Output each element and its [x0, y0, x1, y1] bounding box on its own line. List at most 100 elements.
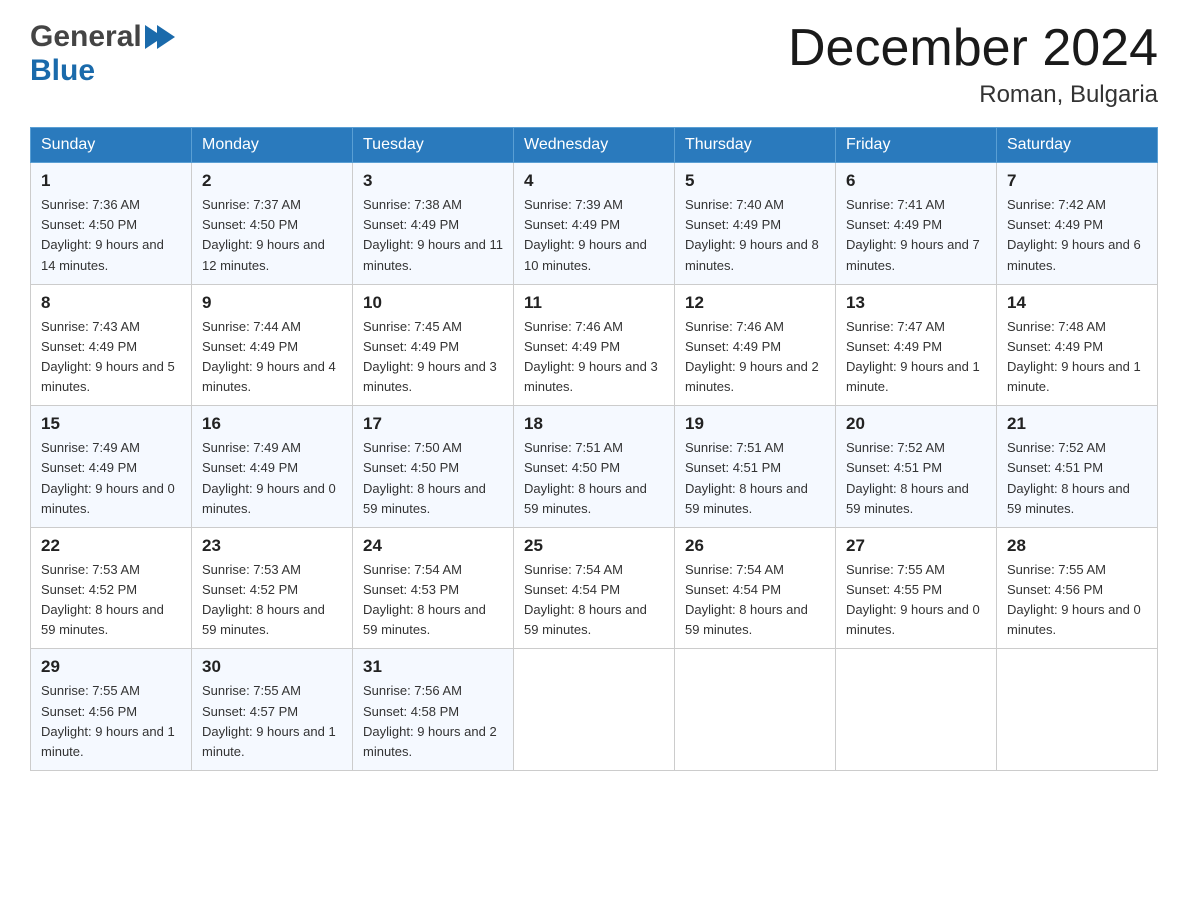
day-of-week-header: Saturday: [997, 128, 1158, 163]
calendar-cell: 2 Sunrise: 7:37 AMSunset: 4:50 PMDayligh…: [192, 163, 353, 285]
day-number: 3: [363, 171, 503, 191]
day-number: 20: [846, 414, 986, 434]
day-info: Sunrise: 7:55 AMSunset: 4:55 PMDaylight:…: [846, 562, 980, 637]
day-info: Sunrise: 7:54 AMSunset: 4:54 PMDaylight:…: [685, 562, 808, 637]
day-number: 23: [202, 536, 342, 556]
day-number: 11: [524, 293, 664, 313]
header-row: SundayMondayTuesdayWednesdayThursdayFrid…: [31, 128, 1158, 163]
day-number: 8: [41, 293, 181, 313]
day-number: 4: [524, 171, 664, 191]
calendar-week-row: 15 Sunrise: 7:49 AMSunset: 4:49 PMDaylig…: [31, 406, 1158, 528]
calendar-cell: 1 Sunrise: 7:36 AMSunset: 4:50 PMDayligh…: [31, 163, 192, 285]
day-info: Sunrise: 7:36 AMSunset: 4:50 PMDaylight:…: [41, 197, 164, 272]
calendar-cell: 6 Sunrise: 7:41 AMSunset: 4:49 PMDayligh…: [836, 163, 997, 285]
day-info: Sunrise: 7:48 AMSunset: 4:49 PMDaylight:…: [1007, 319, 1141, 394]
day-number: 7: [1007, 171, 1147, 191]
calendar-cell: 24 Sunrise: 7:54 AMSunset: 4:53 PMDaylig…: [353, 527, 514, 649]
day-number: 17: [363, 414, 503, 434]
calendar-week-row: 29 Sunrise: 7:55 AMSunset: 4:56 PMDaylig…: [31, 649, 1158, 771]
day-number: 9: [202, 293, 342, 313]
calendar-cell: 13 Sunrise: 7:47 AMSunset: 4:49 PMDaylig…: [836, 284, 997, 406]
calendar-body: 1 Sunrise: 7:36 AMSunset: 4:50 PMDayligh…: [31, 163, 1158, 771]
day-info: Sunrise: 7:45 AMSunset: 4:49 PMDaylight:…: [363, 319, 497, 394]
day-number: 30: [202, 657, 342, 677]
calendar-cell: 27 Sunrise: 7:55 AMSunset: 4:55 PMDaylig…: [836, 527, 997, 649]
day-of-week-header: Wednesday: [514, 128, 675, 163]
day-info: Sunrise: 7:53 AMSunset: 4:52 PMDaylight:…: [41, 562, 164, 637]
day-number: 24: [363, 536, 503, 556]
day-info: Sunrise: 7:46 AMSunset: 4:49 PMDaylight:…: [685, 319, 819, 394]
calendar-week-row: 22 Sunrise: 7:53 AMSunset: 4:52 PMDaylig…: [31, 527, 1158, 649]
day-of-week-header: Thursday: [675, 128, 836, 163]
calendar-cell: 9 Sunrise: 7:44 AMSunset: 4:49 PMDayligh…: [192, 284, 353, 406]
day-number: 22: [41, 536, 181, 556]
day-number: 10: [363, 293, 503, 313]
day-info: Sunrise: 7:54 AMSunset: 4:54 PMDaylight:…: [524, 562, 647, 637]
day-number: 1: [41, 171, 181, 191]
day-info: Sunrise: 7:51 AMSunset: 4:51 PMDaylight:…: [685, 440, 808, 515]
calendar-cell: 23 Sunrise: 7:53 AMSunset: 4:52 PMDaylig…: [192, 527, 353, 649]
day-info: Sunrise: 7:53 AMSunset: 4:52 PMDaylight:…: [202, 562, 325, 637]
day-info: Sunrise: 7:55 AMSunset: 4:56 PMDaylight:…: [1007, 562, 1141, 637]
calendar-cell: 26 Sunrise: 7:54 AMSunset: 4:54 PMDaylig…: [675, 527, 836, 649]
day-number: 19: [685, 414, 825, 434]
day-number: 2: [202, 171, 342, 191]
calendar-cell: 28 Sunrise: 7:55 AMSunset: 4:56 PMDaylig…: [997, 527, 1158, 649]
calendar-cell: 7 Sunrise: 7:42 AMSunset: 4:49 PMDayligh…: [997, 163, 1158, 285]
calendar-week-row: 1 Sunrise: 7:36 AMSunset: 4:50 PMDayligh…: [31, 163, 1158, 285]
day-number: 16: [202, 414, 342, 434]
calendar-cell: 14 Sunrise: 7:48 AMSunset: 4:49 PMDaylig…: [997, 284, 1158, 406]
day-info: Sunrise: 7:47 AMSunset: 4:49 PMDaylight:…: [846, 319, 980, 394]
day-number: 18: [524, 414, 664, 434]
day-number: 28: [1007, 536, 1147, 556]
calendar-cell: [997, 649, 1158, 771]
calendar-header: SundayMondayTuesdayWednesdayThursdayFrid…: [31, 128, 1158, 163]
calendar-cell: 20 Sunrise: 7:52 AMSunset: 4:51 PMDaylig…: [836, 406, 997, 528]
day-info: Sunrise: 7:54 AMSunset: 4:53 PMDaylight:…: [363, 562, 486, 637]
day-info: Sunrise: 7:43 AMSunset: 4:49 PMDaylight:…: [41, 319, 175, 394]
calendar-cell: [675, 649, 836, 771]
calendar-cell: 30 Sunrise: 7:55 AMSunset: 4:57 PMDaylig…: [192, 649, 353, 771]
day-info: Sunrise: 7:41 AMSunset: 4:49 PMDaylight:…: [846, 197, 980, 272]
calendar-cell: 31 Sunrise: 7:56 AMSunset: 4:58 PMDaylig…: [353, 649, 514, 771]
calendar-cell: 3 Sunrise: 7:38 AMSunset: 4:49 PMDayligh…: [353, 163, 514, 285]
day-number: 31: [363, 657, 503, 677]
day-info: Sunrise: 7:37 AMSunset: 4:50 PMDaylight:…: [202, 197, 325, 272]
day-number: 25: [524, 536, 664, 556]
day-info: Sunrise: 7:49 AMSunset: 4:49 PMDaylight:…: [41, 440, 175, 515]
day-number: 13: [846, 293, 986, 313]
calendar-cell: 17 Sunrise: 7:50 AMSunset: 4:50 PMDaylig…: [353, 406, 514, 528]
day-info: Sunrise: 7:39 AMSunset: 4:49 PMDaylight:…: [524, 197, 647, 272]
calendar-cell: 21 Sunrise: 7:52 AMSunset: 4:51 PMDaylig…: [997, 406, 1158, 528]
day-number: 26: [685, 536, 825, 556]
calendar-cell: 11 Sunrise: 7:46 AMSunset: 4:49 PMDaylig…: [514, 284, 675, 406]
day-info: Sunrise: 7:52 AMSunset: 4:51 PMDaylight:…: [846, 440, 969, 515]
day-info: Sunrise: 7:51 AMSunset: 4:50 PMDaylight:…: [524, 440, 647, 515]
logo: General Blue: [30, 20, 175, 88]
calendar-cell: 10 Sunrise: 7:45 AMSunset: 4:49 PMDaylig…: [353, 284, 514, 406]
day-info: Sunrise: 7:52 AMSunset: 4:51 PMDaylight:…: [1007, 440, 1130, 515]
calendar-cell: 19 Sunrise: 7:51 AMSunset: 4:51 PMDaylig…: [675, 406, 836, 528]
day-info: Sunrise: 7:50 AMSunset: 4:50 PMDaylight:…: [363, 440, 486, 515]
day-info: Sunrise: 7:40 AMSunset: 4:49 PMDaylight:…: [685, 197, 819, 272]
day-info: Sunrise: 7:44 AMSunset: 4:49 PMDaylight:…: [202, 319, 336, 394]
day-number: 5: [685, 171, 825, 191]
day-number: 14: [1007, 293, 1147, 313]
day-number: 12: [685, 293, 825, 313]
day-info: Sunrise: 7:56 AMSunset: 4:58 PMDaylight:…: [363, 683, 497, 758]
calendar-cell: 16 Sunrise: 7:49 AMSunset: 4:49 PMDaylig…: [192, 406, 353, 528]
calendar-cell: 15 Sunrise: 7:49 AMSunset: 4:49 PMDaylig…: [31, 406, 192, 528]
calendar-cell: 22 Sunrise: 7:53 AMSunset: 4:52 PMDaylig…: [31, 527, 192, 649]
day-number: 29: [41, 657, 181, 677]
day-number: 15: [41, 414, 181, 434]
location-title: Roman, Bulgaria: [788, 81, 1158, 109]
day-of-week-header: Monday: [192, 128, 353, 163]
page-header: General Blue December 2024 Roman, Bulgar…: [30, 20, 1158, 109]
day-number: 21: [1007, 414, 1147, 434]
day-number: 6: [846, 171, 986, 191]
day-of-week-header: Friday: [836, 128, 997, 163]
day-info: Sunrise: 7:46 AMSunset: 4:49 PMDaylight:…: [524, 319, 658, 394]
calendar-cell: [514, 649, 675, 771]
day-info: Sunrise: 7:42 AMSunset: 4:49 PMDaylight:…: [1007, 197, 1141, 272]
calendar-cell: 25 Sunrise: 7:54 AMSunset: 4:54 PMDaylig…: [514, 527, 675, 649]
